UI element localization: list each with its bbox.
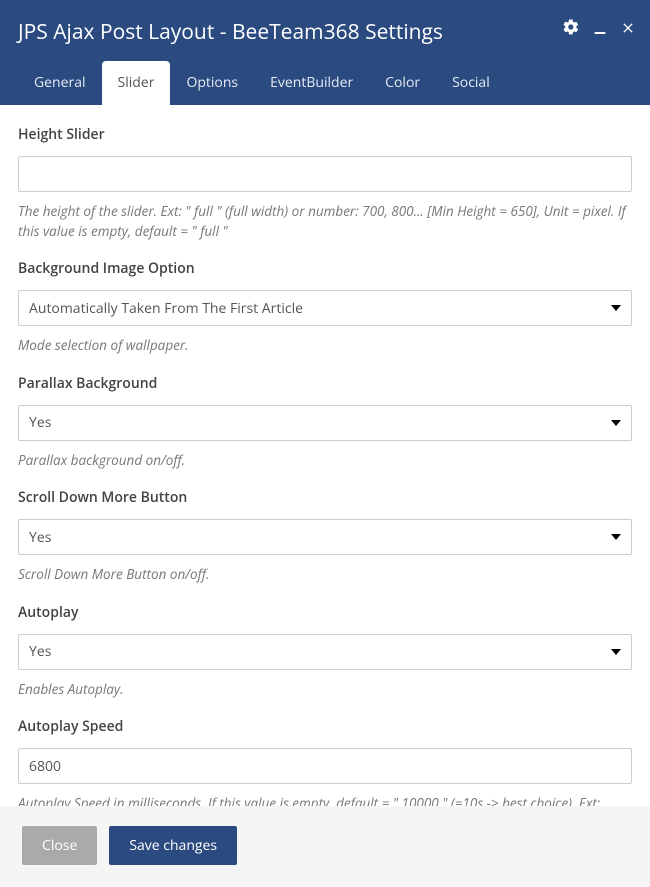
field-bg-image-option: Background Image Option Automatically Ta… [18, 259, 632, 356]
field-autoplay-speed: Autoplay Speed Autoplay Speed in millise… [18, 717, 632, 806]
modal-footer: Close Save changes [0, 806, 650, 887]
scroll-down-more-label: Scroll Down More Button [18, 488, 632, 507]
field-scroll-down-more: Scroll Down More Button Yes Scroll Down … [18, 488, 632, 585]
autoplay-label: Autoplay [18, 603, 632, 622]
tab-slider[interactable]: Slider [102, 61, 171, 105]
tab-options[interactable]: Options [170, 61, 254, 105]
modal-title: JPS Ajax Post Layout - BeeTeam368 Settin… [18, 18, 443, 46]
autoplay-help: Enables Autoplay. [18, 680, 632, 700]
parallax-bg-select[interactable]: Yes [18, 405, 632, 441]
tab-color[interactable]: Color [369, 61, 436, 105]
gear-icon[interactable] [562, 18, 580, 41]
close-button[interactable]: Close [22, 826, 97, 865]
window-controls [562, 18, 636, 41]
save-button[interactable]: Save changes [109, 826, 237, 865]
autoplay-speed-label: Autoplay Speed [18, 717, 632, 736]
scroll-down-more-help: Scroll Down More Button on/off. [18, 565, 632, 585]
modal-body: Height Slider The height of the slider. … [0, 105, 650, 806]
autoplay-select[interactable]: Yes [18, 634, 632, 670]
modal-header: JPS Ajax Post Layout - BeeTeam368 Settin… [0, 0, 650, 105]
bg-image-option-label: Background Image Option [18, 259, 632, 278]
height-slider-help: The height of the slider. Ext: " full " … [18, 202, 632, 241]
parallax-bg-label: Parallax Background [18, 374, 632, 393]
height-slider-input[interactable] [18, 156, 632, 192]
autoplay-speed-help: Autoplay Speed in milliseconds. If this … [18, 794, 632, 806]
field-parallax-bg: Parallax Background Yes Parallax backgro… [18, 374, 632, 471]
autoplay-speed-input[interactable] [18, 748, 632, 784]
tab-general[interactable]: General [18, 61, 102, 105]
field-autoplay: Autoplay Yes Enables Autoplay. [18, 603, 632, 700]
parallax-bg-help: Parallax background on/off. [18, 451, 632, 471]
height-slider-label: Height Slider [18, 125, 632, 144]
close-icon[interactable] [620, 19, 636, 41]
tab-bar: General Slider Options EventBuilder Colo… [18, 61, 506, 105]
settings-modal: JPS Ajax Post Layout - BeeTeam368 Settin… [0, 0, 650, 887]
minimize-icon[interactable] [592, 19, 608, 41]
bg-image-option-select[interactable]: Automatically Taken From The First Artic… [18, 290, 632, 326]
bg-image-option-help: Mode selection of wallpaper. [18, 336, 632, 356]
scroll-down-more-select[interactable]: Yes [18, 519, 632, 555]
tab-eventbuilder[interactable]: EventBuilder [254, 61, 369, 105]
tab-social[interactable]: Social [436, 61, 506, 105]
field-height-slider: Height Slider The height of the slider. … [18, 125, 632, 241]
